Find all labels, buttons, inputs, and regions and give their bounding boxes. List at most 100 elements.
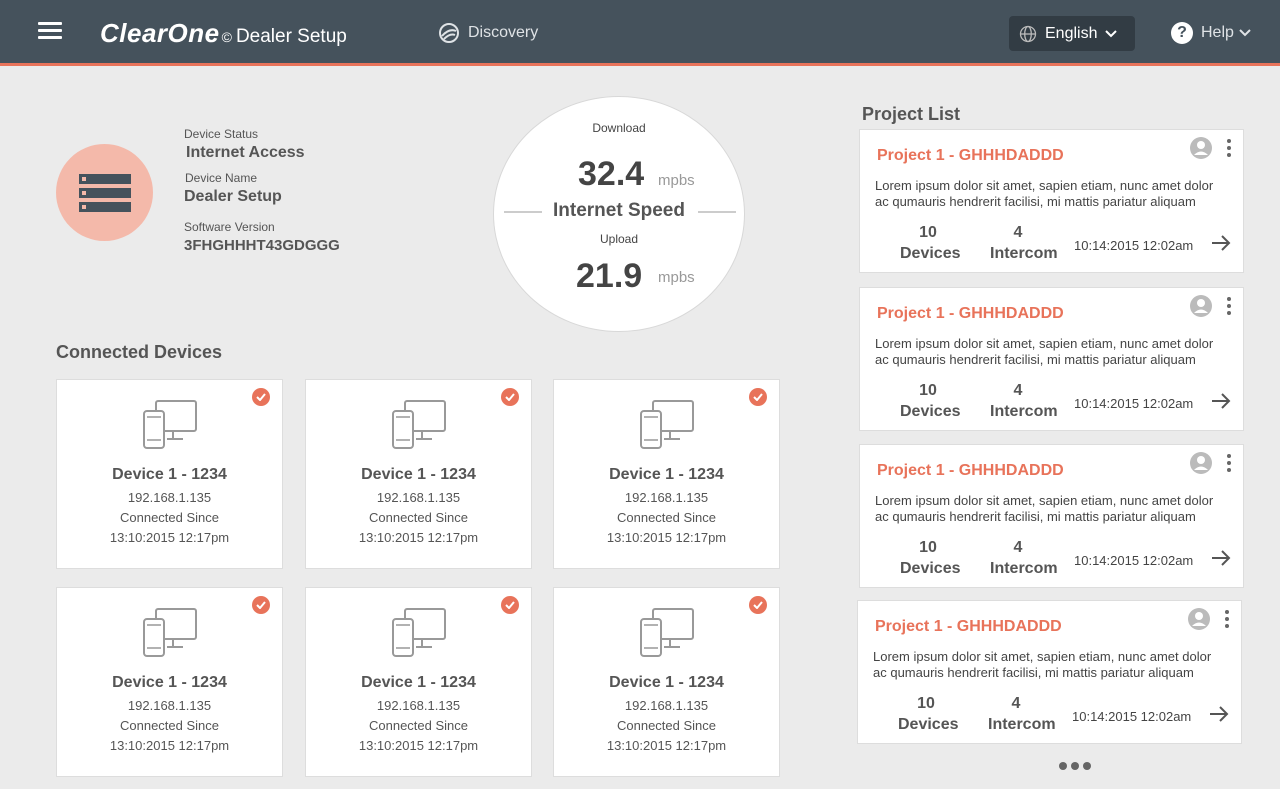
- device-name: Device 1 - 1234: [361, 674, 476, 691]
- device-name: Device 1 - 1234: [112, 674, 227, 691]
- upload-unit: mpbs: [658, 269, 695, 286]
- project-card[interactable]: Project 1 - GHHHDADDD Lorem ipsum dolor s…: [859, 287, 1244, 431]
- project-description: Lorem ipsum dolor sit amet, sapien etiam…: [873, 649, 1212, 680]
- device-card[interactable]: Device 1 - 1234 192.168.1.135 Connected Si…: [56, 587, 283, 777]
- device-card[interactable]: Device 1 - 1234 192.168.1.135 Connected Si…: [553, 379, 780, 569]
- connected-devices-title: Connected Devices: [56, 342, 223, 362]
- top-header-bar: ClearOne © Dealer Setup Discovery English …: [0, 0, 1280, 66]
- project-title[interactable]: Project 1 - GHHHDADDD: [877, 462, 1064, 480]
- device-card[interactable]: Device 1 - 1234 192.168.1.135 Connected Si…: [305, 587, 532, 777]
- connected-check-icon: [252, 596, 270, 614]
- project-card[interactable]: Project 1 - GHHHDADDD Lorem ipsum dolor s…: [857, 600, 1242, 744]
- project-description: Lorem ipsum dolor sit amet, sapien etiam…: [875, 178, 1214, 209]
- intercom-stat: 4 Intercom: [990, 537, 1058, 579]
- arrow-right-icon[interactable]: [1211, 392, 1231, 410]
- divider-line-right: [698, 211, 736, 213]
- copyright-mark: ©: [221, 29, 232, 45]
- connected-check-icon: [501, 388, 519, 406]
- device-avatar: [56, 144, 153, 241]
- device-name-value: Dealer Setup: [184, 188, 282, 205]
- arrow-right-icon[interactable]: [1209, 705, 1229, 723]
- connected-since-label: Connected Since: [616, 718, 716, 733]
- chevron-down-icon: [1105, 29, 1118, 37]
- devices-count: 10: [919, 224, 937, 241]
- chevron-down-icon: [1239, 29, 1251, 37]
- connected-since-label: Connected Since: [119, 510, 219, 525]
- device-ip: 192.168.1.135: [127, 490, 212, 505]
- device-name: Device 1 - 1234: [112, 466, 227, 483]
- discovery-label: Discovery: [468, 24, 539, 41]
- project-title[interactable]: Project 1 - GHHHDADDD: [875, 618, 1062, 636]
- upload-value: 21.9: [576, 257, 643, 295]
- discovery-icon: [439, 23, 459, 43]
- connected-check-icon: [252, 388, 270, 406]
- devices-stat: 10 Devices: [900, 222, 961, 264]
- connected-time: 13:10:2015 12:17pm: [358, 530, 479, 545]
- download-unit: mpbs: [658, 172, 695, 189]
- connected-check-icon: [501, 596, 519, 614]
- devices-stat: 10 Devices: [900, 537, 961, 579]
- devices-stat: 10 Devices: [898, 693, 959, 735]
- device-info-panel: Device Status Internet Access Device Nam…: [184, 127, 340, 254]
- intercom-count: 4: [1011, 695, 1021, 712]
- device-status-label: Device Status: [184, 127, 259, 141]
- user-icon[interactable]: [1189, 294, 1213, 318]
- project-title[interactable]: Project 1 - GHHHDADDD: [877, 305, 1064, 323]
- software-version-label: Software Version: [184, 220, 275, 234]
- device-ip: 192.168.1.135: [624, 490, 709, 505]
- devices-label: Devices: [900, 560, 961, 577]
- devices-icon: [640, 400, 694, 449]
- internet-speed-widget: Download 32.4 mpbs Internet Speed Upload…: [493, 96, 745, 332]
- devices-count: 10: [917, 695, 935, 712]
- intercom-stat: 4 Intercom: [988, 693, 1056, 735]
- user-icon[interactable]: [1187, 607, 1211, 631]
- devices-icon: [392, 400, 446, 449]
- server-icon: [78, 173, 131, 212]
- more-options-icon[interactable]: [1225, 610, 1229, 631]
- upload-label: Upload: [599, 232, 639, 246]
- brand-logo: ClearOne: [100, 18, 220, 48]
- connected-check-icon: [749, 388, 767, 406]
- device-ip: 192.168.1.135: [376, 698, 461, 713]
- connected-time: 13:10:2015 12:17pm: [606, 738, 727, 753]
- project-card[interactable]: Project 1 - GHHHDADDD Lorem ipsum dolor s…: [859, 129, 1244, 273]
- intercom-count: 4: [1013, 539, 1023, 556]
- arrow-right-icon[interactable]: [1211, 549, 1231, 567]
- devices-icon: [143, 608, 197, 657]
- devices-icon: [143, 400, 197, 449]
- project-title[interactable]: Project 1 - GHHHDADDD: [877, 147, 1064, 165]
- more-options-icon[interactable]: [1227, 454, 1231, 475]
- more-projects-button[interactable]: [1059, 762, 1095, 770]
- help-menu[interactable]: ? Help: [1171, 22, 1251, 44]
- app-title: Dealer Setup: [235, 26, 347, 47]
- hamburger-menu-icon[interactable]: [38, 22, 62, 44]
- device-card[interactable]: Device 1 - 1234 192.168.1.135 Connected Si…: [305, 379, 532, 569]
- user-icon[interactable]: [1189, 451, 1213, 475]
- device-ip: 192.168.1.135: [127, 698, 212, 713]
- project-date: 10:14:2015 12:02am: [1074, 396, 1194, 411]
- devices-count: 10: [919, 382, 937, 399]
- intercom-stat: 4 Intercom: [990, 222, 1058, 264]
- help-label: Help: [1201, 24, 1234, 41]
- device-ip: 192.168.1.135: [624, 698, 709, 713]
- devices-stat: 10 Devices: [900, 380, 961, 422]
- intercom-label: Intercom: [990, 403, 1058, 420]
- project-date: 10:14:2015 12:02am: [1072, 709, 1192, 724]
- device-card[interactable]: Device 1 - 1234 192.168.1.135 Connected Si…: [56, 379, 283, 569]
- brand-title: ClearOne © Dealer Setup: [100, 18, 347, 49]
- arrow-right-icon[interactable]: [1211, 234, 1231, 252]
- devices-icon: [392, 608, 446, 657]
- user-icon[interactable]: [1189, 136, 1213, 160]
- intercom-label: Intercom: [990, 245, 1058, 262]
- devices-icon: [640, 608, 694, 657]
- project-card[interactable]: Project 1 - GHHHDADDD Lorem ipsum dolor s…: [859, 444, 1244, 588]
- language-select[interactable]: English: [1009, 16, 1135, 51]
- more-options-icon[interactable]: [1227, 139, 1231, 160]
- devices-label: Devices: [900, 403, 961, 420]
- device-status-value: Internet Access: [186, 144, 305, 161]
- device-card[interactable]: Device 1 - 1234 192.168.1.135 Connected Si…: [553, 587, 780, 777]
- intercom-label: Intercom: [990, 560, 1058, 577]
- more-options-icon[interactable]: [1227, 297, 1231, 318]
- device-ip: 192.168.1.135: [376, 490, 461, 505]
- discovery-nav-link[interactable]: Discovery: [438, 22, 538, 44]
